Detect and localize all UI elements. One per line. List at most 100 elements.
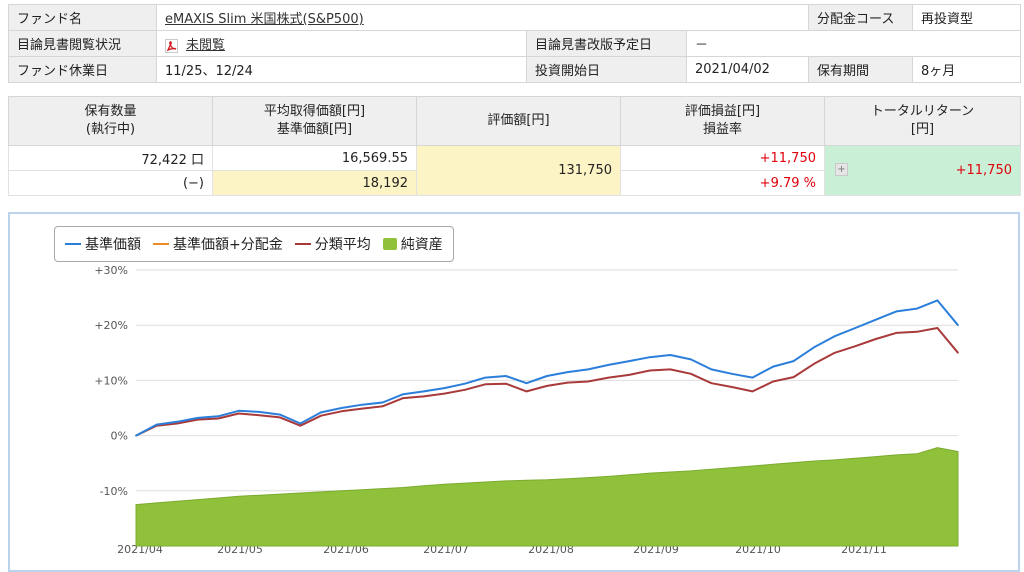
nav-point: [628, 360, 630, 362]
y-tick-label: +10%: [94, 374, 128, 387]
legend-item-nav[interactable]: 基準価額: [65, 234, 141, 254]
nav-point: [196, 417, 199, 419]
legend-item-net-assets[interactable]: 純資産: [382, 234, 443, 254]
y-axis-ticks: +30% +20% +10% 0% -10%: [94, 264, 128, 498]
chart-legend: 基準価額 基準価額+分配金 分類平均 純資産: [54, 226, 454, 262]
nav-point: [422, 390, 425, 393]
nav-point: [525, 382, 528, 384]
legend-label: 基準価額: [85, 237, 141, 253]
category-avg-point: [854, 345, 857, 347]
category-avg-point: [710, 382, 713, 384]
category-avg-point: [731, 386, 733, 388]
nav-point: [279, 413, 281, 416]
y-tick-label: -10%: [100, 485, 128, 498]
nav-point: [505, 375, 507, 377]
nav-point: [258, 411, 261, 413]
nav-point: [484, 376, 487, 379]
category-avg-point: [648, 369, 651, 372]
nav-point: [340, 407, 343, 409]
category-avg-point: [607, 376, 610, 379]
category-avg-point: [381, 405, 384, 408]
nav-point: [464, 382, 466, 385]
nav-point: [566, 371, 569, 373]
nav-point: [731, 372, 733, 375]
category-avg-point: [813, 363, 815, 365]
category-avg-point: [176, 422, 178, 425]
nav-point: [381, 401, 384, 404]
nav-point: [813, 346, 815, 349]
category-avg-point: [484, 383, 487, 386]
category-avg-point: [505, 382, 507, 385]
category-avg-point: [792, 376, 795, 378]
nav-point: [833, 335, 836, 338]
nav-point: [854, 327, 857, 329]
category-avg-point: [936, 327, 939, 329]
category-avg-point: [279, 416, 281, 419]
category-avg-point: [464, 388, 466, 391]
nav-point: [875, 318, 877, 321]
nav-point: [669, 354, 672, 356]
category-avg-point: [772, 380, 774, 383]
y-tick-label: +20%: [94, 319, 128, 332]
nav-point: [176, 421, 178, 423]
category-avg-point: [402, 397, 404, 399]
legend-label: 純資産: [400, 237, 443, 253]
nav-point: [607, 364, 610, 366]
nav-point: [936, 299, 939, 302]
nav-point: [710, 368, 713, 371]
nav-point: [217, 415, 219, 418]
nav-point: [772, 365, 774, 368]
legend-label: 分類平均: [314, 237, 371, 253]
y-tick-label: +30%: [94, 264, 128, 277]
legend-swatch: [153, 243, 169, 245]
nav-point: [690, 358, 692, 361]
category-avg-point: [237, 412, 240, 415]
legend-item-category-avg[interactable]: 分類平均: [294, 234, 371, 254]
legend-label: 基準価額+分配金: [173, 237, 283, 253]
category-avg-point: [690, 372, 692, 375]
net-assets-area: [135, 447, 959, 547]
nav-point: [792, 360, 795, 362]
legend-swatch: [294, 243, 311, 245]
category-avg-point: [833, 352, 836, 354]
nav-point: [155, 423, 158, 426]
legend-swatch: [65, 243, 81, 245]
nav-point: [546, 375, 548, 377]
nav-point: [135, 434, 137, 437]
category-avg-point: [299, 424, 302, 427]
y-tick-label: 0%: [111, 430, 128, 443]
nav-point: [443, 387, 446, 389]
category-avg-point: [258, 414, 261, 416]
nav-point: [916, 307, 918, 310]
category-avg-point: [895, 332, 898, 334]
category-avg-point: [443, 392, 446, 395]
category-avg-point: [751, 390, 754, 393]
category-avg-point: [361, 407, 363, 410]
nav-point: [299, 422, 302, 425]
legend-swatch: [382, 238, 397, 250]
nav-point: [648, 356, 651, 359]
category-avg-point: [669, 368, 672, 371]
legend-item-nav-dist[interactable]: 基準価額+分配金: [153, 234, 283, 254]
nav-point: [957, 324, 959, 327]
category-avg-line: [135, 327, 959, 437]
category-avg-point: [422, 395, 425, 398]
category-avg-point: [628, 374, 630, 376]
category-avg-point: [587, 380, 589, 383]
category-avg-point: [217, 417, 219, 420]
category-avg-point: [546, 385, 548, 387]
category-avg-point: [525, 390, 528, 393]
nav-point: [587, 368, 589, 371]
nav-point: [361, 403, 363, 406]
nav-point: [237, 409, 240, 412]
category-avg-point: [320, 414, 322, 417]
category-avg-point: [957, 352, 959, 354]
chart-series: [135, 299, 959, 547]
nav-point: [320, 411, 322, 414]
nav-point: [751, 376, 754, 379]
nav-point: [402, 393, 404, 396]
category-avg-point: [916, 331, 918, 333]
performance-chart: +30%+20%+10%0%-10% 2021/04 2021/05 2021/06…: [94, 264, 959, 556]
category-avg-point: [340, 410, 343, 413]
category-avg-point: [875, 338, 877, 340]
